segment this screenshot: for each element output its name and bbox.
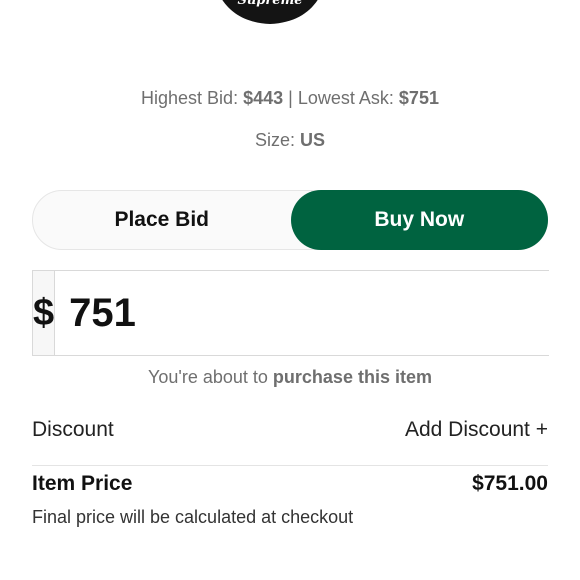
- notice-action: purchase this item: [272, 367, 432, 387]
- item-price-label: Item Price: [32, 472, 133, 495]
- highest-bid-label: Highest Bid:: [141, 88, 239, 108]
- buy-page: Supreme Highest Bid: $443 | Lowest Ask: …: [0, 0, 580, 580]
- bid-ask-separator: |: [288, 88, 293, 108]
- discount-row: Discount Add Discount +: [32, 418, 548, 442]
- checkout-note: Final price will be calculated at checko…: [32, 507, 354, 527]
- product-image: Supreme: [205, 0, 335, 26]
- currency-symbol: $: [33, 271, 56, 355]
- bid-ask-summary: Highest Bid: $443 | Lowest Ask: $751: [0, 88, 580, 109]
- divider: [32, 465, 548, 466]
- size-value: US: [300, 130, 326, 150]
- buy-now-button[interactable]: Buy Now: [290, 190, 548, 250]
- size-label: Size:: [254, 130, 295, 150]
- lowest-ask-label: Lowest Ask:: [297, 88, 394, 108]
- notice-prefix: You're about to: [148, 367, 268, 387]
- discount-label: Discount: [32, 418, 114, 441]
- lowest-ask-value: $751: [398, 88, 439, 108]
- item-price-value: $751.00: [472, 472, 548, 495]
- amount-field: $: [32, 270, 580, 356]
- amount-input[interactable]: [55, 271, 580, 355]
- highest-bid-value: $443: [243, 88, 284, 108]
- bid-buy-toggle: Place Bid Buy Now: [32, 190, 548, 250]
- add-discount-button[interactable]: Add Discount +: [405, 418, 548, 442]
- product-brand-text: Supreme: [237, 0, 302, 8]
- item-price-row: Item Price $751.00: [32, 472, 548, 496]
- place-bid-button[interactable]: Place Bid: [33, 191, 291, 249]
- size-summary: Size: US: [0, 130, 580, 151]
- purchase-notice: You're about to purchase this item: [0, 367, 580, 388]
